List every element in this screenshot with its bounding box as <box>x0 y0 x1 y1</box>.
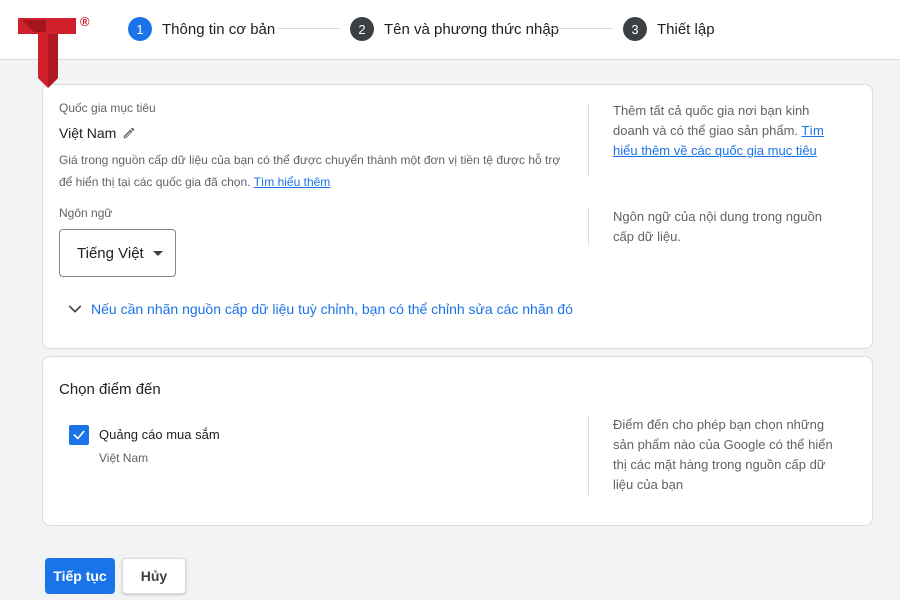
country-label: Quốc gia mục tiêu <box>59 101 156 115</box>
country-value: Việt Nam <box>59 125 136 141</box>
country-name: Việt Nam <box>59 125 117 141</box>
step-2-number: 2 <box>350 17 374 41</box>
language-label: Ngôn ngữ <box>59 206 113 220</box>
step-connector <box>551 28 613 29</box>
pencil-icon[interactable] <box>122 126 136 140</box>
divider <box>588 207 589 245</box>
destinations-help: Điểm đến cho phép bạn chọn những sản phẩ… <box>613 417 833 492</box>
custom-labels-expander[interactable]: Nếu cần nhãn nguồn cấp dữ liệu tuỳ chỉnh… <box>67 301 573 317</box>
shopping-ads-label: Quảng cáo mua sắm <box>99 427 220 442</box>
destinations-card: Chọn điểm đến Quảng cáo mua sắm Việt Nam… <box>42 356 873 526</box>
step-2-label: Tên và phương thức nhập <box>384 20 560 38</box>
language-selected-value: Tiếng Việt <box>77 244 144 262</box>
country-description: Giá trong nguồn cấp dữ liệu của bạn có t… <box>59 149 569 193</box>
checkmark-icon <box>73 430 85 440</box>
step-2[interactable]: 2 Tên và phương thức nhập <box>350 16 559 42</box>
custom-labels-text: Nếu cần nhãn nguồn cấp dữ liệu tuỳ chỉnh… <box>91 301 573 317</box>
divider <box>588 103 589 177</box>
shopping-ads-country: Việt Nam <box>99 451 149 465</box>
divider <box>588 415 589 495</box>
destinations-title: Chọn điểm đến <box>59 381 161 398</box>
country-help-text: Thêm tất cả quốc gia nơi bạn kinh doanh … <box>613 103 810 138</box>
learn-more-link[interactable]: Tìm hiểu thêm <box>254 175 331 189</box>
step-1-number: 1 <box>128 17 152 41</box>
country-help: Thêm tất cả quốc gia nơi bạn kinh doanh … <box>613 101 843 161</box>
step-1[interactable]: 1 Thông tin cơ bản <box>128 16 275 42</box>
step-3-label: Thiết lập <box>657 20 715 38</box>
registered-mark: ® <box>80 14 90 29</box>
top-bar: 1 Thông tin cơ bản 2 Tên và phương thức … <box>0 0 900 60</box>
step-3[interactable]: 3 Thiết lập <box>623 16 715 42</box>
step-3-number: 3 <box>623 17 647 41</box>
basic-info-card: Quốc gia mục tiêu Việt Nam Giá trong ngu… <box>42 84 873 349</box>
chevron-down-icon <box>68 305 82 313</box>
step-connector <box>278 28 340 29</box>
cancel-button[interactable]: Hủy <box>122 558 186 594</box>
brand-logo <box>18 18 76 88</box>
language-select[interactable]: Tiếng Việt <box>59 229 176 277</box>
shopping-ads-checkbox[interactable] <box>69 425 89 445</box>
language-help: Ngôn ngữ của nội dung trong nguồn cấp dữ… <box>613 209 822 244</box>
step-1-label: Thông tin cơ bản <box>162 20 276 38</box>
dropdown-arrow-icon <box>152 250 163 256</box>
continue-button[interactable]: Tiếp tục <box>45 558 115 594</box>
